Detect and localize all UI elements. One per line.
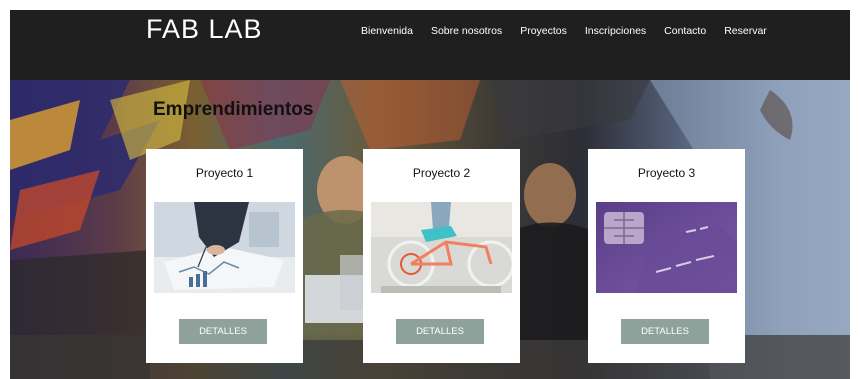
bicycle-photo[interactable] <box>371 202 512 293</box>
section-title: Emprendimientos <box>153 99 314 120</box>
project-card-title: Proyecto 3 <box>637 166 696 180</box>
nav-item-reservar[interactable]: Reservar <box>724 25 767 37</box>
nav-item-bienvenida[interactable]: Bienvenida <box>361 25 413 37</box>
project-card-title: Proyecto 2 <box>412 166 471 180</box>
business-charts-photo[interactable] <box>154 202 295 293</box>
site-logo[interactable]: FAB LAB <box>146 14 263 45</box>
project-card-1: Proyecto 1 DETALLES <box>146 149 303 363</box>
project-card-2: Proyecto 2 DETALLES <box>363 149 520 363</box>
main-nav: Bienvenida Sobre nosotros Proyectos Insc… <box>361 25 785 37</box>
details-button-2[interactable]: DETALLES <box>396 319 484 344</box>
nav-item-contacto[interactable]: Contacto <box>664 25 706 37</box>
nav-item-proyectos[interactable]: Proyectos <box>520 25 567 37</box>
nav-item-sobre-nosotros[interactable]: Sobre nosotros <box>431 25 502 37</box>
hero-background: Emprendimientos Proyecto 1 DETALLES Proy… <box>10 80 850 379</box>
project-card-3: Proyecto 3 DETALLES <box>588 149 745 363</box>
credit-card-chip-photo[interactable] <box>596 202 737 293</box>
top-navigation-bar: FAB LAB Bienvenida Sobre nosotros Proyec… <box>10 10 850 80</box>
project-card-title: Proyecto 1 <box>195 166 254 180</box>
nav-item-inscripciones[interactable]: Inscripciones <box>585 25 646 37</box>
browser-viewport: FAB LAB Bienvenida Sobre nosotros Proyec… <box>10 10 850 379</box>
details-button-3[interactable]: DETALLES <box>621 319 709 344</box>
details-button-1[interactable]: DETALLES <box>179 319 267 344</box>
